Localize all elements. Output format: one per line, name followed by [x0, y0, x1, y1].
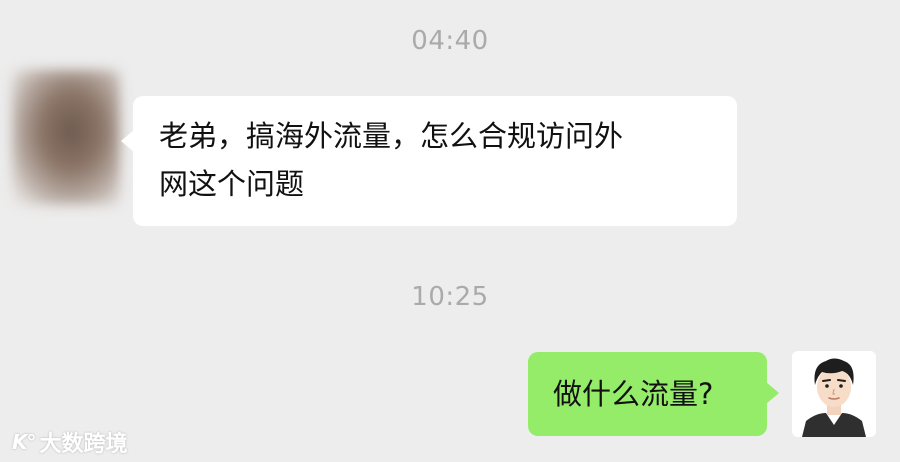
- watermark-text: 大数跨境: [39, 432, 128, 457]
- message-text-line: 老弟，搞海外流量，怎么合规访问外: [159, 119, 624, 153]
- incoming-message-bubble[interactable]: 老弟，搞海外流量，怎么合规访问外 网这个问题: [121, 96, 737, 226]
- timestamp: 10:25: [411, 282, 489, 312]
- watermark-logo: K°: [12, 430, 36, 454]
- timestamp: 04:40: [411, 26, 489, 56]
- message-text-line: 网这个问题: [159, 167, 305, 201]
- watermark: K° 大数跨境: [12, 428, 128, 457]
- self-avatar[interactable]: [792, 351, 876, 437]
- outgoing-message-bubble[interactable]: 做什么流量?: [528, 352, 779, 436]
- message-text: 做什么流量?: [553, 377, 714, 411]
- contact-avatar[interactable]: [12, 70, 120, 205]
- cartoon-man-avatar-icon: [792, 351, 876, 437]
